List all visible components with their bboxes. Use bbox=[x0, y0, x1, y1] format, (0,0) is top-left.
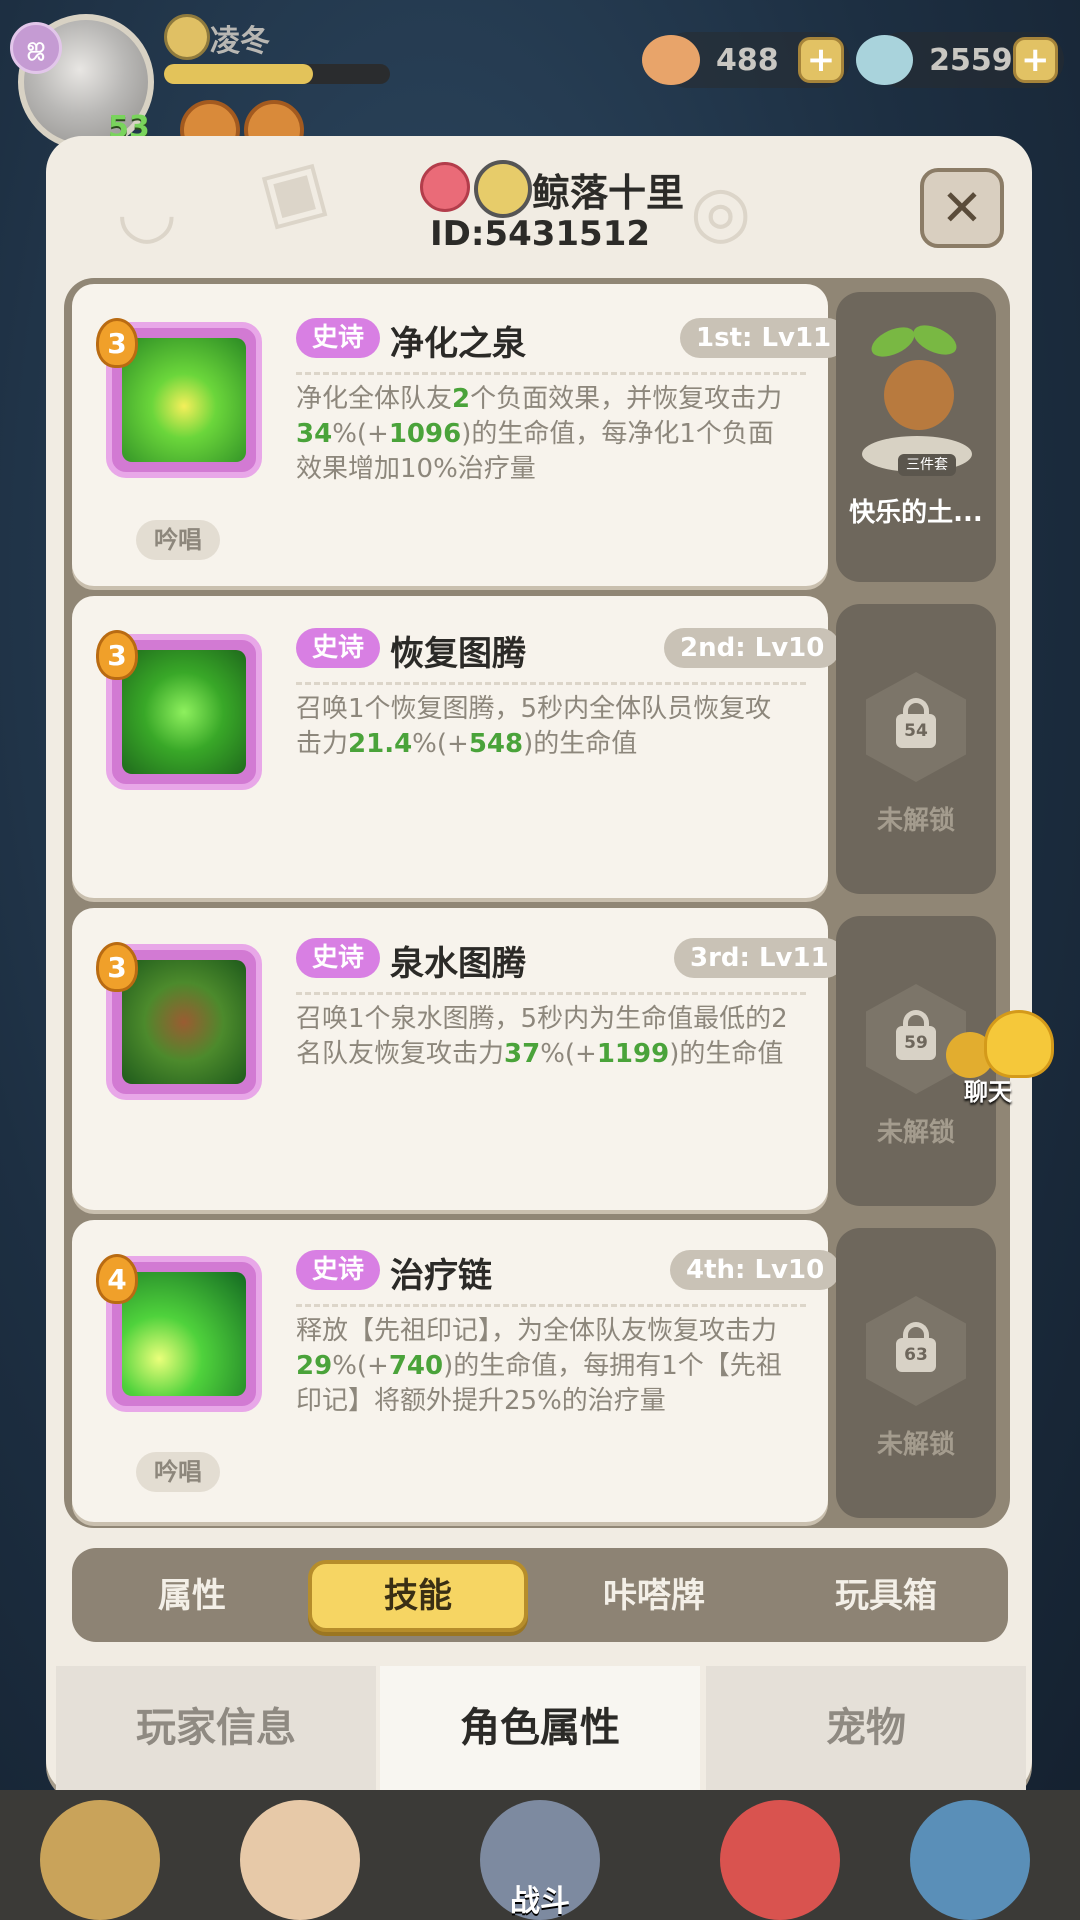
locked-label: 未解锁 bbox=[876, 1118, 955, 1148]
close-icon: ✕ bbox=[941, 179, 983, 237]
skill-description: 召唤1个恢复图腾，5秒内全体队员恢复攻击力21.4%(+548)的生命值 bbox=[296, 694, 772, 759]
tab-pet[interactable]: 宠物 bbox=[706, 1666, 1026, 1790]
skill-rarity-tag: 史诗 bbox=[296, 1250, 381, 1290]
profile-title: 鲸落十里 bbox=[532, 171, 685, 215]
add-shell-button[interactable]: + bbox=[798, 37, 844, 83]
profile-id: ID:5431512 bbox=[429, 214, 651, 254]
currency-shell: 488 + bbox=[642, 32, 850, 88]
unlock-level: 59 bbox=[896, 1026, 936, 1060]
shell-icon bbox=[642, 35, 700, 85]
profile-emblem-icon bbox=[474, 160, 532, 218]
tab-skills[interactable]: 技能 bbox=[308, 1560, 528, 1632]
skill-description: 召唤1个泉水图腾，5秒内为生命值最低的2名队友恢复攻击力37%(+1199)的生… bbox=[296, 1004, 788, 1069]
skill-level-chip: 2nd: Lv10 bbox=[664, 628, 841, 668]
unlock-level: 63 bbox=[896, 1338, 936, 1372]
purify-spring-icon bbox=[122, 338, 246, 462]
battle-label[interactable]: 战斗 bbox=[0, 1876, 1080, 1920]
chat-bubble-icon[interactable] bbox=[984, 1010, 1054, 1078]
currency-value: 2559 bbox=[929, 42, 1013, 78]
key-icon bbox=[420, 162, 470, 212]
healing-totem-icon bbox=[122, 650, 246, 774]
skill-rank-badge: 3 bbox=[96, 942, 138, 992]
skill-name: 治疗链 bbox=[390, 1256, 492, 1296]
skill-name: 净化之泉 bbox=[390, 324, 526, 364]
tab-toybox[interactable]: 玩具箱 bbox=[776, 1560, 996, 1632]
skill-name: 泉水图腾 bbox=[390, 944, 526, 984]
locked-label: 未解锁 bbox=[876, 1430, 955, 1460]
tab-attributes[interactable]: 属性 bbox=[82, 1560, 302, 1632]
skill-rank-badge: 3 bbox=[96, 318, 138, 368]
unlock-level: 54 bbox=[896, 714, 936, 748]
divider bbox=[296, 1304, 806, 1307]
skill-level-chip: 1st: Lv11 bbox=[680, 318, 848, 358]
tab-character-attributes[interactable]: 角色属性 bbox=[380, 1666, 700, 1790]
skill-rank-badge: 3 bbox=[96, 630, 138, 680]
skill-rarity-tag: 史诗 bbox=[296, 938, 381, 978]
avatar-frame-badge: ஜ bbox=[10, 22, 62, 74]
currency-pearl: 2559 + bbox=[856, 32, 1064, 88]
pet-mole-icon bbox=[884, 360, 954, 430]
tab-player-info[interactable]: 玩家信息 bbox=[56, 1666, 376, 1790]
skill-rarity-tag: 史诗 bbox=[296, 628, 381, 668]
currency-value: 488 bbox=[716, 42, 779, 78]
skill-level-chip: 4th: Lv10 bbox=[670, 1250, 841, 1290]
spring-totem-icon bbox=[122, 960, 246, 1084]
skill-description: 释放【先祖印记】，为全体队友恢复攻击力29%(+740)的生命值，每拥有1个【先… bbox=[296, 1316, 782, 1416]
divider bbox=[296, 372, 806, 375]
title-emblem-icon bbox=[164, 14, 210, 60]
skill-name: 恢复图腾 bbox=[390, 634, 526, 674]
tab-cards[interactable]: 咔嗒牌 bbox=[544, 1560, 764, 1632]
chant-tag: 吟唱 bbox=[136, 1452, 220, 1492]
divider bbox=[296, 682, 806, 685]
pet-name: 快乐的土... bbox=[849, 498, 983, 528]
healing-chain-icon bbox=[122, 1272, 246, 1396]
skill-rarity-tag: 史诗 bbox=[296, 318, 381, 358]
player-name: 凌冬 bbox=[210, 24, 270, 59]
divider bbox=[296, 992, 806, 995]
pearl-icon bbox=[856, 35, 914, 85]
xp-bar-fill bbox=[164, 64, 313, 84]
skill-level-chip: 3rd: Lv11 bbox=[674, 938, 845, 978]
skill-description: 净化全体队友2个负面效果，并恢复攻击力34%(+1096)的生命值，每净化1个负… bbox=[296, 384, 783, 484]
chat-label[interactable]: 聊天 bbox=[964, 1072, 1012, 1107]
pet-set-tag: 三件套 bbox=[898, 454, 956, 476]
close-button[interactable]: ✕ bbox=[920, 168, 1004, 248]
chant-tag: 吟唱 bbox=[136, 520, 220, 560]
locked-label: 未解锁 bbox=[876, 806, 955, 836]
skill-rank-badge: 4 bbox=[96, 1254, 138, 1304]
add-pearl-button[interactable]: + bbox=[1012, 37, 1058, 83]
